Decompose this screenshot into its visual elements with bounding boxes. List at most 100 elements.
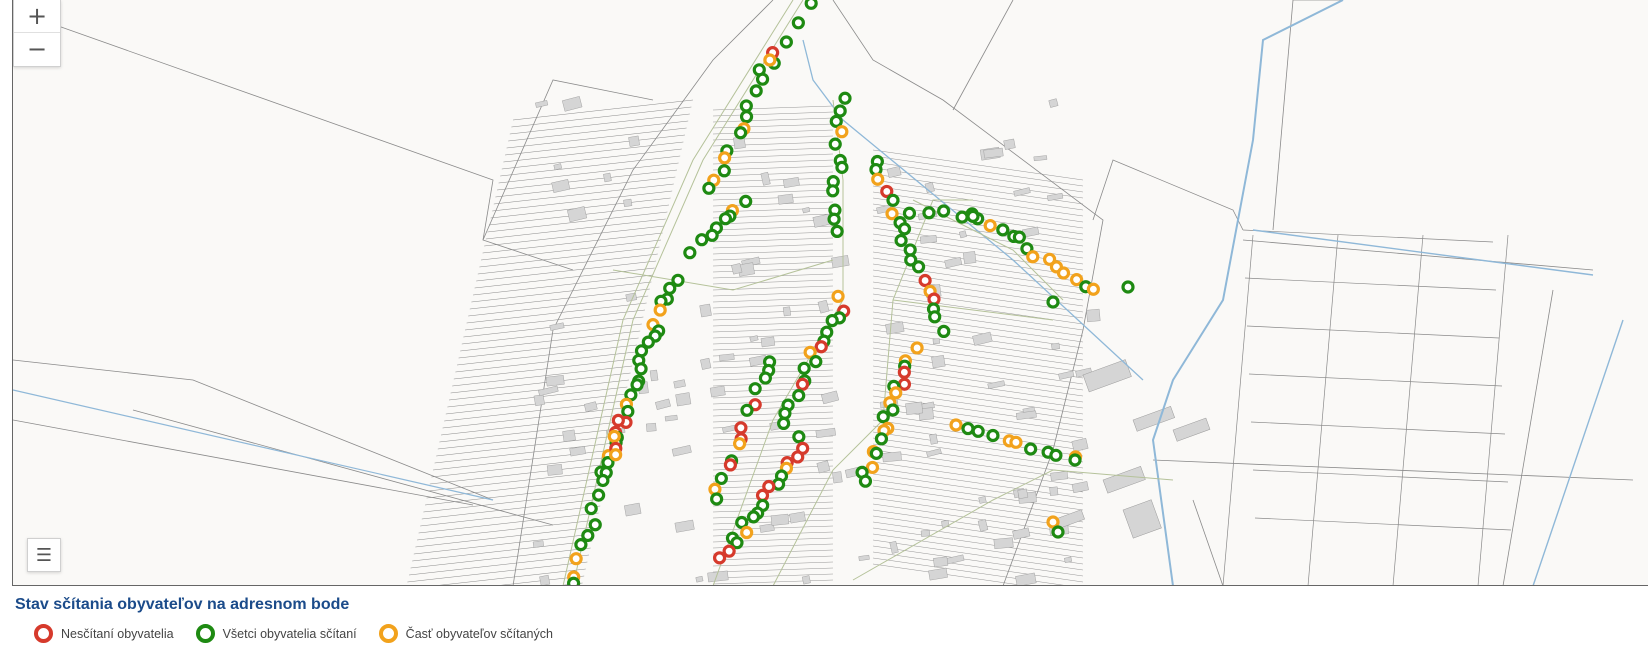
address-point-marker[interactable] [734,421,748,435]
address-point-marker[interactable] [792,430,806,444]
address-point-marker[interactable] [791,450,805,464]
address-point-marker[interactable] [949,418,963,432]
address-point-marker[interactable] [792,388,806,403]
address-point-marker[interactable] [702,181,716,195]
address-point-marker[interactable] [835,125,849,139]
address-point-marker[interactable] [596,473,610,488]
zoom-out-button[interactable]: − [14,33,60,65]
address-point-marker[interactable] [830,224,844,238]
address-point-marker[interactable] [777,416,791,431]
address-point-marker[interactable] [588,518,602,532]
address-point-marker[interactable] [955,210,969,224]
address-point-marker[interactable] [829,114,843,128]
address-point-marker[interactable] [1056,266,1071,280]
address-point-marker[interactable] [717,164,731,178]
address-point-marker[interactable] [740,403,754,417]
map-canvas[interactable] [13,0,1648,586]
address-point-marker[interactable] [569,552,583,566]
address-point-marker[interactable] [889,386,903,400]
address-point-marker[interactable] [609,448,623,462]
address-point-marker[interactable] [723,458,738,472]
address-point-marker[interactable] [739,110,754,124]
address-point-marker[interactable] [937,204,951,218]
address-point-marker[interactable] [714,471,728,486]
address-point-marker[interactable] [996,223,1010,237]
address-point-marker[interactable] [928,310,942,324]
address-point-marker[interactable] [574,538,588,552]
address-point-marker[interactable] [897,377,912,391]
address-point-marker[interactable] [897,365,911,379]
address-point-marker[interactable] [621,404,635,419]
address-point-marker[interactable] [630,378,644,392]
address-point-marker[interactable] [611,413,625,428]
address-point-marker[interactable] [1051,525,1065,539]
address-point-marker[interactable] [1070,273,1084,287]
address-point-marker[interactable] [778,406,792,420]
address-point-marker[interactable] [740,525,754,540]
map-view[interactable]: + − ☰ [12,0,1648,586]
address-point-marker[interactable] [833,104,847,118]
zoom-in-button[interactable]: + [14,0,60,33]
address-point-marker[interactable] [827,212,841,226]
address-point-marker[interactable] [809,355,823,369]
address-point-marker[interactable] [886,403,900,417]
address-point-marker[interactable] [828,137,842,151]
address-point-marker[interactable] [566,576,581,586]
address-point-marker[interactable] [1026,250,1040,264]
address-point-marker[interactable] [886,193,900,207]
address-point-marker[interactable] [734,126,748,140]
address-point-marker[interactable] [986,428,1000,443]
address-point-marker[interactable] [869,446,883,460]
address-point-marker[interactable] [897,222,912,236]
address-point-marker[interactable] [733,437,747,451]
address-point-marker[interactable] [1009,435,1023,449]
address-point-marker[interactable] [971,424,985,438]
address-point-marker[interactable] [663,281,677,295]
address-point-marker[interactable] [746,510,761,524]
address-point-marker[interactable] [739,99,753,113]
address-point-marker[interactable] [718,212,733,226]
address-point-marker[interactable] [858,474,873,488]
address-point-marker[interactable] [797,361,811,375]
address-point-marker[interactable] [722,544,736,558]
address-point-marker[interactable] [718,151,732,165]
address-point-marker[interactable] [710,492,724,506]
address-point-marker[interactable] [918,273,932,288]
address-point-marker[interactable] [1012,230,1026,244]
address-point-marker[interactable] [1086,282,1100,296]
address-point-marker[interactable] [749,84,763,98]
address-point-marker[interactable] [584,501,598,516]
address-point-marker[interactable] [838,91,852,105]
address-point-marker[interactable] [876,410,890,424]
address-point-marker[interactable] [835,160,849,174]
address-point-marker[interactable] [1049,448,1063,462]
address-point-marker[interactable] [871,172,885,186]
address-point-marker[interactable] [894,233,908,248]
address-point-marker[interactable] [705,228,719,242]
address-point-marker[interactable] [683,246,697,260]
address-point-marker[interactable] [910,341,924,355]
address-point-marker[interactable] [922,206,936,220]
address-point-marker[interactable] [653,303,667,317]
address-point-marker[interactable] [779,35,793,49]
address-point-marker[interactable] [791,16,805,30]
address-point-marker[interactable] [763,53,777,67]
address-point-marker[interactable] [826,184,840,198]
address-point-marker[interactable] [730,536,744,550]
address-point-marker[interactable] [592,488,606,502]
address-point-marker[interactable] [795,377,810,391]
address-point-marker[interactable] [831,289,845,303]
address-point-marker[interactable] [902,206,917,220]
address-point-marker[interactable] [712,551,727,565]
address-point-marker[interactable] [885,207,899,221]
address-point-marker[interactable] [1121,280,1135,294]
address-point-marker[interactable] [695,233,709,247]
address-point-marker[interactable] [755,72,770,86]
address-point-marker[interactable] [911,260,926,274]
address-point-marker[interactable] [874,432,889,446]
address-point-marker[interactable] [825,313,839,328]
address-point-marker[interactable] [735,515,749,530]
address-point-marker[interactable] [1046,515,1060,529]
address-point-marker[interactable] [865,460,880,475]
address-point-marker[interactable] [804,0,818,10]
